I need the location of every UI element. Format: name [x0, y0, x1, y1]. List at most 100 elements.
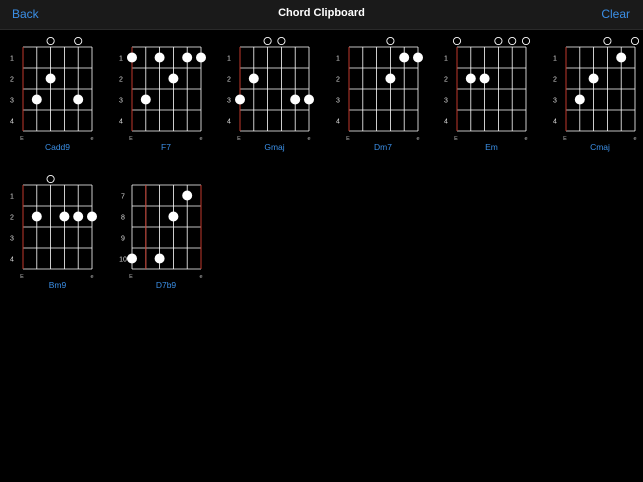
- open-string-icon: [46, 174, 55, 184]
- chord-name: Dm7: [374, 142, 392, 152]
- open-string-icon: [277, 36, 286, 46]
- open-string-icon: [46, 36, 55, 46]
- finger-dot: [384, 73, 395, 84]
- fret-number: 1: [10, 194, 14, 201]
- finger-dot: [31, 94, 42, 105]
- fret-number: 2: [444, 77, 448, 84]
- finger-dot: [235, 94, 245, 105]
- fret-number: 3: [553, 98, 557, 105]
- fret-number: 10: [119, 257, 127, 264]
- fretboard-grid: [22, 184, 93, 270]
- fret-number: 2: [10, 77, 14, 84]
- chord-fretboard: 1234E e: [227, 36, 314, 142]
- chord-diagram-cadd9[interactable]: 1 2 3 4 Ee Cadd9: [0, 36, 108, 157]
- chord-name: Bm9: [48, 280, 67, 290]
- open-string-icon: [385, 36, 394, 46]
- chord-diagram-cmaj[interactable]: 1 2 3 4 Ee Cmaj: [543, 36, 643, 157]
- finger-dot: [248, 73, 259, 84]
- fret-number: 4: [444, 119, 448, 126]
- fret-number: 4: [119, 119, 123, 126]
- open-string-icon: [452, 36, 462, 46]
- fretboard-grid: [22, 46, 93, 132]
- open-string-icon: [263, 36, 272, 46]
- finger-dot: [398, 52, 409, 63]
- fret-number: 1: [227, 56, 231, 63]
- fret-number: 2: [10, 215, 14, 222]
- fret-number: 2: [227, 77, 231, 84]
- finger-dot: [574, 94, 585, 105]
- chord-diagram-bm9[interactable]: 1 2 3 4 Ee Bm9: [0, 174, 108, 295]
- finger-dot: [167, 211, 178, 222]
- fret-number: 4: [10, 257, 14, 264]
- chord-grid: 1 2 3 4 Ee Cadd9 1 2 3 4 Ee F7 1 2 3 4 Ee Gmaj 1 2 3 4 Ee Dm7 1 2…: [0, 0, 643, 482]
- fretboard-grid: [239, 46, 310, 132]
- finger-dot: [140, 94, 151, 105]
- chord-fretboard: 1234E e: [336, 36, 423, 142]
- finger-dot: [588, 73, 599, 84]
- chord-name: Em: [485, 142, 498, 152]
- fret-number: 3: [227, 98, 231, 105]
- fret-number: 4: [10, 119, 14, 126]
- fretboard-grid: [456, 46, 527, 132]
- chord-diagram-em[interactable]: 1 2 3 4 Ee Em: [434, 36, 542, 157]
- open-string-icon: [494, 36, 503, 46]
- open-string-icon: [630, 36, 639, 46]
- finger-dot: [154, 52, 165, 63]
- fret-number: 7: [121, 194, 125, 201]
- finger-dot: [59, 211, 70, 222]
- fret-number: 1: [336, 56, 340, 63]
- fret-number: 1: [119, 56, 123, 63]
- chord-diagram-f7[interactable]: 1 2 3 4 Ee F7: [109, 37, 217, 157]
- chord-name: Cmaj: [590, 142, 610, 152]
- fret-number: 3: [119, 98, 123, 105]
- fret-number: 4: [336, 119, 340, 126]
- finger-dot: [181, 52, 192, 63]
- fret-number: 4: [553, 119, 557, 126]
- fret-number: 1: [10, 56, 14, 63]
- finger-dot: [154, 253, 165, 264]
- chord-diagram-d7b9[interactable]: 7 8 9 10 Ee D7b9: [109, 175, 217, 295]
- finger-dot: [31, 211, 42, 222]
- chord-name: Cadd9: [44, 142, 71, 152]
- chord-fretboard: 1234E e: [553, 36, 639, 142]
- fret-number: 1: [444, 56, 448, 63]
- finger-dot: [45, 73, 56, 84]
- finger-dot: [87, 211, 97, 222]
- fret-number: 2: [336, 77, 340, 84]
- chord-name: D7b9: [155, 280, 177, 290]
- finger-dot: [195, 52, 206, 63]
- fret-number: 3: [10, 98, 14, 105]
- chord-name: Gmaj: [264, 142, 285, 152]
- chord-fretboard: 1234E e: [119, 46, 206, 142]
- fret-number: 3: [10, 236, 14, 243]
- finger-dot: [167, 73, 178, 84]
- finger-dot: [290, 94, 301, 105]
- open-string-icon: [521, 36, 531, 46]
- finger-dot: [304, 94, 314, 105]
- chord-fretboard: 1234E e: [10, 174, 97, 280]
- fret-number: 4: [227, 119, 231, 126]
- chord-fretboard: 78910E e: [119, 184, 202, 280]
- finger-dot: [181, 190, 192, 201]
- open-string-icon: [508, 36, 517, 46]
- chord-fretboard: 1234E e: [10, 36, 94, 142]
- fret-number: 8: [121, 215, 125, 222]
- finger-dot: [126, 52, 137, 63]
- fret-number: 3: [336, 98, 340, 105]
- chord-name: F7: [161, 142, 171, 152]
- chord-fretboard: 1234E e: [444, 36, 531, 142]
- finger-dot: [479, 73, 490, 84]
- finger-dot: [615, 52, 626, 63]
- finger-dot: [73, 94, 84, 105]
- finger-dot: [465, 73, 476, 84]
- finger-dot: [412, 52, 423, 63]
- fret-number: 1: [553, 56, 557, 63]
- chord-diagram-dm7[interactable]: 1 2 3 4 Ee Dm7: [326, 36, 434, 157]
- open-string-icon: [602, 36, 611, 46]
- finger-dot: [73, 211, 84, 222]
- fret-number: 2: [119, 77, 123, 84]
- fret-number: 3: [444, 98, 448, 105]
- chord-diagram-gmaj[interactable]: 1 2 3 4 Ee Gmaj: [217, 36, 325, 157]
- fret-number: 2: [553, 77, 557, 84]
- fret-number: 9: [121, 236, 125, 243]
